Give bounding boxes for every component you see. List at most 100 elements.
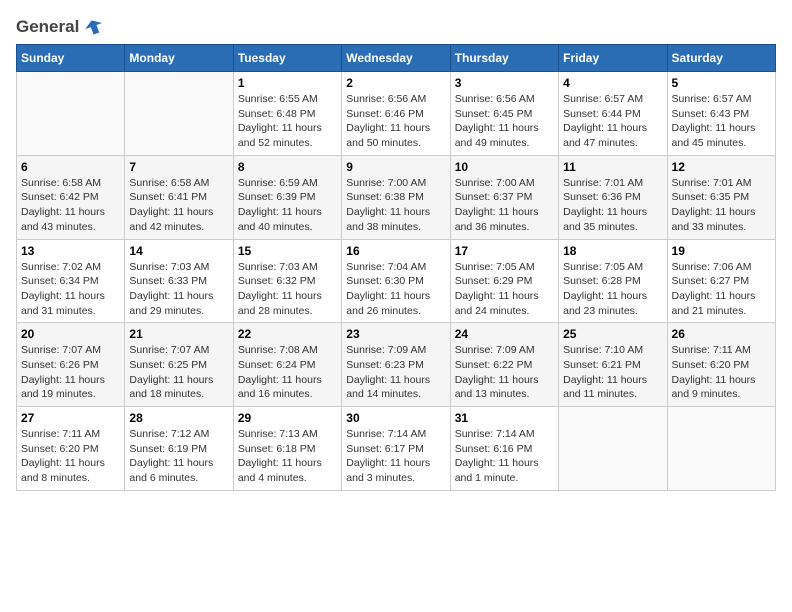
day-number: 21	[129, 327, 228, 341]
day-info: Sunrise: 7:03 AMSunset: 6:33 PMDaylight:…	[129, 260, 228, 319]
calendar-cell: 1 Sunrise: 6:55 AMSunset: 6:48 PMDayligh…	[233, 72, 341, 156]
calendar-cell	[125, 72, 233, 156]
calendar-cell: 22 Sunrise: 7:08 AMSunset: 6:24 PMDaylig…	[233, 323, 341, 407]
day-number: 24	[455, 327, 554, 341]
day-info: Sunrise: 6:56 AMSunset: 6:46 PMDaylight:…	[346, 92, 445, 151]
day-header-sunday: Sunday	[17, 45, 125, 72]
day-info: Sunrise: 7:11 AMSunset: 6:20 PMDaylight:…	[672, 343, 771, 402]
calendar-cell	[667, 407, 775, 491]
day-number: 17	[455, 244, 554, 258]
calendar-week-row: 1 Sunrise: 6:55 AMSunset: 6:48 PMDayligh…	[17, 72, 776, 156]
day-number: 4	[563, 76, 662, 90]
day-number: 12	[672, 160, 771, 174]
day-header-wednesday: Wednesday	[342, 45, 450, 72]
calendar-cell	[559, 407, 667, 491]
day-info: Sunrise: 7:05 AMSunset: 6:28 PMDaylight:…	[563, 260, 662, 319]
calendar-cell: 3 Sunrise: 6:56 AMSunset: 6:45 PMDayligh…	[450, 72, 558, 156]
calendar-cell: 7 Sunrise: 6:58 AMSunset: 6:41 PMDayligh…	[125, 155, 233, 239]
calendar-cell: 13 Sunrise: 7:02 AMSunset: 6:34 PMDaylig…	[17, 239, 125, 323]
calendar-cell: 8 Sunrise: 6:59 AMSunset: 6:39 PMDayligh…	[233, 155, 341, 239]
day-info: Sunrise: 7:10 AMSunset: 6:21 PMDaylight:…	[563, 343, 662, 402]
day-number: 27	[21, 411, 120, 425]
day-info: Sunrise: 6:57 AMSunset: 6:44 PMDaylight:…	[563, 92, 662, 151]
day-info: Sunrise: 7:09 AMSunset: 6:23 PMDaylight:…	[346, 343, 445, 402]
calendar-cell: 9 Sunrise: 7:00 AMSunset: 6:38 PMDayligh…	[342, 155, 450, 239]
day-info: Sunrise: 7:09 AMSunset: 6:22 PMDaylight:…	[455, 343, 554, 402]
day-info: Sunrise: 7:03 AMSunset: 6:32 PMDaylight:…	[238, 260, 337, 319]
day-number: 6	[21, 160, 120, 174]
calendar-cell: 24 Sunrise: 7:09 AMSunset: 6:22 PMDaylig…	[450, 323, 558, 407]
day-info: Sunrise: 7:01 AMSunset: 6:35 PMDaylight:…	[672, 176, 771, 235]
day-number: 10	[455, 160, 554, 174]
day-info: Sunrise: 7:08 AMSunset: 6:24 PMDaylight:…	[238, 343, 337, 402]
day-number: 30	[346, 411, 445, 425]
day-number: 18	[563, 244, 662, 258]
day-number: 11	[563, 160, 662, 174]
day-info: Sunrise: 7:04 AMSunset: 6:30 PMDaylight:…	[346, 260, 445, 319]
calendar-cell: 31 Sunrise: 7:14 AMSunset: 6:16 PMDaylig…	[450, 407, 558, 491]
calendar-header-row: SundayMondayTuesdayWednesdayThursdayFrid…	[17, 45, 776, 72]
day-number: 8	[238, 160, 337, 174]
calendar-cell: 14 Sunrise: 7:03 AMSunset: 6:33 PMDaylig…	[125, 239, 233, 323]
day-number: 29	[238, 411, 337, 425]
day-info: Sunrise: 7:14 AMSunset: 6:16 PMDaylight:…	[455, 427, 554, 486]
calendar-week-row: 6 Sunrise: 6:58 AMSunset: 6:42 PMDayligh…	[17, 155, 776, 239]
day-number: 15	[238, 244, 337, 258]
day-info: Sunrise: 7:00 AMSunset: 6:37 PMDaylight:…	[455, 176, 554, 235]
logo-bird-icon	[83, 16, 105, 38]
day-number: 13	[21, 244, 120, 258]
calendar-cell: 2 Sunrise: 6:56 AMSunset: 6:46 PMDayligh…	[342, 72, 450, 156]
day-info: Sunrise: 6:59 AMSunset: 6:39 PMDaylight:…	[238, 176, 337, 235]
day-info: Sunrise: 7:13 AMSunset: 6:18 PMDaylight:…	[238, 427, 337, 486]
day-number: 16	[346, 244, 445, 258]
calendar-cell: 5 Sunrise: 6:57 AMSunset: 6:43 PMDayligh…	[667, 72, 775, 156]
day-number: 1	[238, 76, 337, 90]
day-number: 22	[238, 327, 337, 341]
day-info: Sunrise: 6:57 AMSunset: 6:43 PMDaylight:…	[672, 92, 771, 151]
calendar-cell	[17, 72, 125, 156]
calendar-cell: 12 Sunrise: 7:01 AMSunset: 6:35 PMDaylig…	[667, 155, 775, 239]
day-header-saturday: Saturday	[667, 45, 775, 72]
day-info: Sunrise: 7:12 AMSunset: 6:19 PMDaylight:…	[129, 427, 228, 486]
day-info: Sunrise: 6:55 AMSunset: 6:48 PMDaylight:…	[238, 92, 337, 151]
calendar-cell: 4 Sunrise: 6:57 AMSunset: 6:44 PMDayligh…	[559, 72, 667, 156]
day-number: 28	[129, 411, 228, 425]
day-header-monday: Monday	[125, 45, 233, 72]
day-number: 19	[672, 244, 771, 258]
page-header: General	[16, 16, 776, 34]
day-info: Sunrise: 6:58 AMSunset: 6:42 PMDaylight:…	[21, 176, 120, 235]
day-info: Sunrise: 7:07 AMSunset: 6:26 PMDaylight:…	[21, 343, 120, 402]
calendar-cell: 28 Sunrise: 7:12 AMSunset: 6:19 PMDaylig…	[125, 407, 233, 491]
calendar-week-row: 13 Sunrise: 7:02 AMSunset: 6:34 PMDaylig…	[17, 239, 776, 323]
day-number: 23	[346, 327, 445, 341]
day-number: 31	[455, 411, 554, 425]
day-info: Sunrise: 7:14 AMSunset: 6:17 PMDaylight:…	[346, 427, 445, 486]
calendar-cell: 19 Sunrise: 7:06 AMSunset: 6:27 PMDaylig…	[667, 239, 775, 323]
calendar-cell: 10 Sunrise: 7:00 AMSunset: 6:37 PMDaylig…	[450, 155, 558, 239]
day-info: Sunrise: 7:02 AMSunset: 6:34 PMDaylight:…	[21, 260, 120, 319]
day-number: 14	[129, 244, 228, 258]
calendar-cell: 29 Sunrise: 7:13 AMSunset: 6:18 PMDaylig…	[233, 407, 341, 491]
day-number: 3	[455, 76, 554, 90]
day-number: 20	[21, 327, 120, 341]
day-info: Sunrise: 6:56 AMSunset: 6:45 PMDaylight:…	[455, 92, 554, 151]
calendar-cell: 26 Sunrise: 7:11 AMSunset: 6:20 PMDaylig…	[667, 323, 775, 407]
day-number: 26	[672, 327, 771, 341]
calendar-week-row: 27 Sunrise: 7:11 AMSunset: 6:20 PMDaylig…	[17, 407, 776, 491]
day-info: Sunrise: 7:07 AMSunset: 6:25 PMDaylight:…	[129, 343, 228, 402]
day-info: Sunrise: 6:58 AMSunset: 6:41 PMDaylight:…	[129, 176, 228, 235]
calendar-cell: 11 Sunrise: 7:01 AMSunset: 6:36 PMDaylig…	[559, 155, 667, 239]
day-header-friday: Friday	[559, 45, 667, 72]
calendar-cell: 20 Sunrise: 7:07 AMSunset: 6:26 PMDaylig…	[17, 323, 125, 407]
calendar-cell: 18 Sunrise: 7:05 AMSunset: 6:28 PMDaylig…	[559, 239, 667, 323]
day-info: Sunrise: 7:00 AMSunset: 6:38 PMDaylight:…	[346, 176, 445, 235]
day-info: Sunrise: 7:01 AMSunset: 6:36 PMDaylight:…	[563, 176, 662, 235]
day-info: Sunrise: 7:11 AMSunset: 6:20 PMDaylight:…	[21, 427, 120, 486]
calendar-cell: 21 Sunrise: 7:07 AMSunset: 6:25 PMDaylig…	[125, 323, 233, 407]
calendar-cell: 23 Sunrise: 7:09 AMSunset: 6:23 PMDaylig…	[342, 323, 450, 407]
day-info: Sunrise: 7:05 AMSunset: 6:29 PMDaylight:…	[455, 260, 554, 319]
day-number: 7	[129, 160, 228, 174]
calendar-week-row: 20 Sunrise: 7:07 AMSunset: 6:26 PMDaylig…	[17, 323, 776, 407]
calendar-cell: 27 Sunrise: 7:11 AMSunset: 6:20 PMDaylig…	[17, 407, 125, 491]
day-number: 5	[672, 76, 771, 90]
